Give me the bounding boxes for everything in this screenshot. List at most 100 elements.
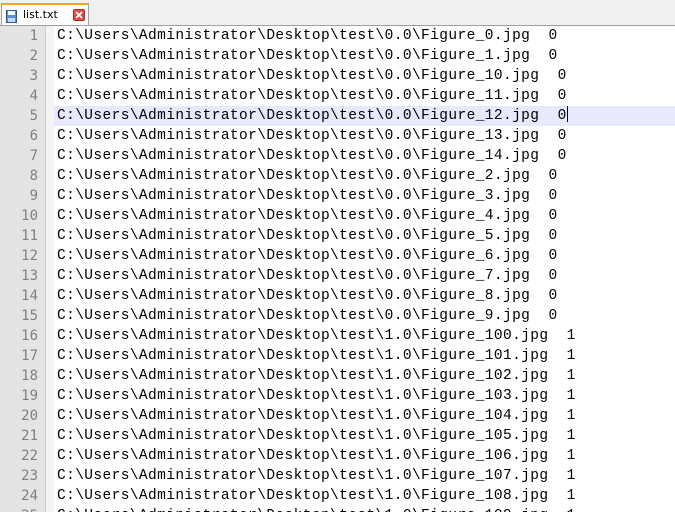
line-content-area[interactable]: C:\Users\Administrator\Desktop\test\0.0\… (54, 146, 675, 166)
line-content-area[interactable]: C:\Users\Administrator\Desktop\test\1.0\… (54, 466, 675, 486)
line-number: 5 (29, 108, 38, 124)
close-icon[interactable] (73, 9, 85, 21)
line-text[interactable]: C:\Users\Administrator\Desktop\test\1.0\… (57, 426, 576, 446)
line-text[interactable]: C:\Users\Administrator\Desktop\test\0.0\… (57, 86, 567, 106)
line-text[interactable]: C:\Users\Administrator\Desktop\test\0.0\… (57, 146, 567, 166)
editor-line[interactable]: 3 C:\Users\Administrator\Desktop\test\0.0… (0, 66, 675, 86)
line-text[interactable]: C:\Users\Administrator\Desktop\test\0.0\… (57, 166, 558, 186)
line-content-area[interactable]: C:\Users\Administrator\Desktop\test\0.0\… (54, 286, 675, 306)
line-text[interactable]: C:\Users\Administrator\Desktop\test\1.0\… (57, 326, 576, 346)
line-number: 6 (29, 128, 38, 144)
line-content-area[interactable]: C:\Users\Administrator\Desktop\test\1.0\… (54, 386, 675, 406)
line-content-area[interactable]: C:\Users\Administrator\Desktop\test\0.0\… (54, 226, 675, 246)
line-text[interactable]: C:\Users\Administrator\Desktop\test\1.0\… (57, 466, 576, 486)
line-content-area[interactable]: C:\Users\Administrator\Desktop\test\1.0\… (54, 506, 675, 512)
editor-line[interactable]: 22 C:\Users\Administrator\Desktop\test\1.… (0, 446, 675, 466)
line-number: 9 (29, 188, 38, 204)
line-content-area[interactable]: C:\Users\Administrator\Desktop\test\1.0\… (54, 346, 675, 366)
line-number: 1 (29, 28, 38, 44)
line-text[interactable]: C:\Users\Administrator\Desktop\test\0.0\… (57, 26, 558, 46)
editor-line[interactable]: 15 C:\Users\Administrator\Desktop\test\0.… (0, 306, 675, 326)
line-text[interactable]: C:\Users\Administrator\Desktop\test\0.0\… (57, 226, 558, 246)
line-text[interactable]: C:\Users\Administrator\Desktop\test\0.0\… (57, 306, 558, 326)
line-number: 15 (21, 308, 38, 324)
line-text[interactable]: C:\Users\Administrator\Desktop\test\1.0\… (57, 366, 576, 386)
editor-line[interactable]: 19 C:\Users\Administrator\Desktop\test\1.… (0, 386, 675, 406)
line-number: 14 (21, 288, 38, 304)
editor-line[interactable]: 2 C:\Users\Administrator\Desktop\test\0.0… (0, 46, 675, 66)
line-content-area[interactable]: C:\Users\Administrator\Desktop\test\0.0\… (54, 126, 675, 146)
editor-line[interactable]: 25 C:\Users\Administrator\Desktop\test\1.… (0, 506, 675, 512)
editor-line[interactable]: 6 C:\Users\Administrator\Desktop\test\0.0… (0, 126, 675, 146)
editor-line[interactable]: 11 C:\Users\Administrator\Desktop\test\0.… (0, 226, 675, 246)
line-text[interactable]: C:\Users\Administrator\Desktop\test\0.0\… (57, 106, 568, 126)
line-number: 13 (21, 268, 38, 284)
line-number: 21 (21, 428, 38, 444)
line-number: 22 (21, 448, 38, 464)
editor-line[interactable]: 16 C:\Users\Administrator\Desktop\test\1.… (0, 326, 675, 346)
line-text[interactable]: C:\Users\Administrator\Desktop\test\0.0\… (57, 46, 558, 66)
editor-line[interactable]: 17 C:\Users\Administrator\Desktop\test\1.… (0, 346, 675, 366)
line-content-area[interactable]: C:\Users\Administrator\Desktop\test\0.0\… (54, 246, 675, 266)
editor-line[interactable]: 12 C:\Users\Administrator\Desktop\test\0.… (0, 246, 675, 266)
line-number: 12 (21, 248, 38, 264)
editor-line[interactable]: 10 C:\Users\Administrator\Desktop\test\0.… (0, 206, 675, 226)
editor-line[interactable]: 21 C:\Users\Administrator\Desktop\test\1.… (0, 426, 675, 446)
line-text[interactable]: C:\Users\Administrator\Desktop\test\0.0\… (57, 126, 567, 146)
line-text[interactable]: C:\Users\Administrator\Desktop\test\1.0\… (57, 346, 576, 366)
line-number: 24 (21, 488, 38, 504)
line-number: 25 (0, 506, 38, 512)
editor-line[interactable]: 14 C:\Users\Administrator\Desktop\test\0.… (0, 286, 675, 306)
editor-line[interactable]: 20 C:\Users\Administrator\Desktop\test\1.… (0, 406, 675, 426)
line-content-area[interactable]: C:\Users\Administrator\Desktop\test\1.0\… (54, 426, 675, 446)
line-number: 16 (21, 328, 38, 344)
line-content-area[interactable]: C:\Users\Administrator\Desktop\test\0.0\… (54, 106, 675, 126)
line-number: 20 (21, 408, 38, 424)
editor-line[interactable]: 5 C:\Users\Administrator\Desktop\test\0.0… (0, 106, 675, 126)
text-editor[interactable]: 1 C:\Users\Administrator\Desktop\test\0.0… (0, 26, 675, 512)
editor-line[interactable]: 7 C:\Users\Administrator\Desktop\test\0.0… (0, 146, 675, 166)
editor-line[interactable]: 13 C:\Users\Administrator\Desktop\test\0.… (0, 266, 675, 286)
editor-line[interactable]: 9 C:\Users\Administrator\Desktop\test\0.0… (0, 186, 675, 206)
line-text[interactable]: C:\Users\Administrator\Desktop\test\0.0\… (57, 206, 558, 226)
line-text[interactable]: C:\Users\Administrator\Desktop\test\0.0\… (57, 266, 558, 286)
line-content-area[interactable]: C:\Users\Administrator\Desktop\test\1.0\… (54, 446, 675, 466)
tab-list-txt[interactable]: list.txt (1, 3, 89, 25)
line-text[interactable]: C:\Users\Administrator\Desktop\test\1.0\… (57, 386, 576, 406)
line-content-area[interactable]: C:\Users\Administrator\Desktop\test\0.0\… (54, 266, 675, 286)
line-content-area[interactable]: C:\Users\Administrator\Desktop\test\0.0\… (54, 306, 675, 326)
editor-lines[interactable]: 1 C:\Users\Administrator\Desktop\test\0.0… (0, 26, 675, 512)
line-content-area[interactable]: C:\Users\Administrator\Desktop\test\1.0\… (54, 406, 675, 426)
line-text[interactable]: C:\Users\Administrator\Desktop\test\0.0\… (57, 246, 558, 266)
line-number: 23 (21, 468, 38, 484)
line-text[interactable]: C:\Users\Administrator\Desktop\test\0.0\… (57, 186, 558, 206)
editor-line[interactable]: 8 C:\Users\Administrator\Desktop\test\0.0… (0, 166, 675, 186)
line-text[interactable]: C:\Users\Administrator\Desktop\test\1.0\… (57, 486, 576, 506)
line-text[interactable]: C:\Users\Administrator\Desktop\test\0.0\… (57, 286, 558, 306)
line-content-area[interactable]: C:\Users\Administrator\Desktop\test\0.0\… (54, 46, 675, 66)
line-text[interactable]: C:\Users\Administrator\Desktop\test\0.0\… (57, 66, 567, 86)
line-content-area[interactable]: C:\Users\Administrator\Desktop\test\0.0\… (54, 26, 675, 46)
editor-line[interactable]: 23 C:\Users\Administrator\Desktop\test\1.… (0, 466, 675, 486)
line-number: 8 (29, 168, 38, 184)
line-number: 2 (29, 48, 38, 64)
line-content-area[interactable]: C:\Users\Administrator\Desktop\test\1.0\… (54, 366, 675, 386)
line-number: 17 (21, 348, 38, 364)
line-text[interactable]: C:\Users\Administrator\Desktop\test\1.0\… (57, 506, 576, 512)
line-content-area[interactable]: C:\Users\Administrator\Desktop\test\0.0\… (54, 186, 675, 206)
line-number: 4 (29, 88, 38, 104)
tab-label: list.txt (23, 8, 58, 21)
editor-line[interactable]: 24 C:\Users\Administrator\Desktop\test\1.… (0, 486, 675, 506)
line-content-area[interactable]: C:\Users\Administrator\Desktop\test\0.0\… (54, 166, 675, 186)
line-text[interactable]: C:\Users\Administrator\Desktop\test\1.0\… (57, 406, 576, 426)
line-number: 7 (29, 148, 38, 164)
line-text[interactable]: C:\Users\Administrator\Desktop\test\1.0\… (57, 446, 576, 466)
line-content-area[interactable]: C:\Users\Administrator\Desktop\test\0.0\… (54, 206, 675, 226)
line-content-area[interactable]: C:\Users\Administrator\Desktop\test\1.0\… (54, 486, 675, 506)
line-content-area[interactable]: C:\Users\Administrator\Desktop\test\0.0\… (54, 86, 675, 106)
editor-line[interactable]: 4 C:\Users\Administrator\Desktop\test\0.0… (0, 86, 675, 106)
editor-line[interactable]: 18 C:\Users\Administrator\Desktop\test\1.… (0, 366, 675, 386)
line-content-area[interactable]: C:\Users\Administrator\Desktop\test\0.0\… (54, 66, 675, 86)
line-content-area[interactable]: C:\Users\Administrator\Desktop\test\1.0\… (54, 326, 675, 346)
editor-line[interactable]: 1 C:\Users\Administrator\Desktop\test\0.0… (0, 26, 675, 46)
